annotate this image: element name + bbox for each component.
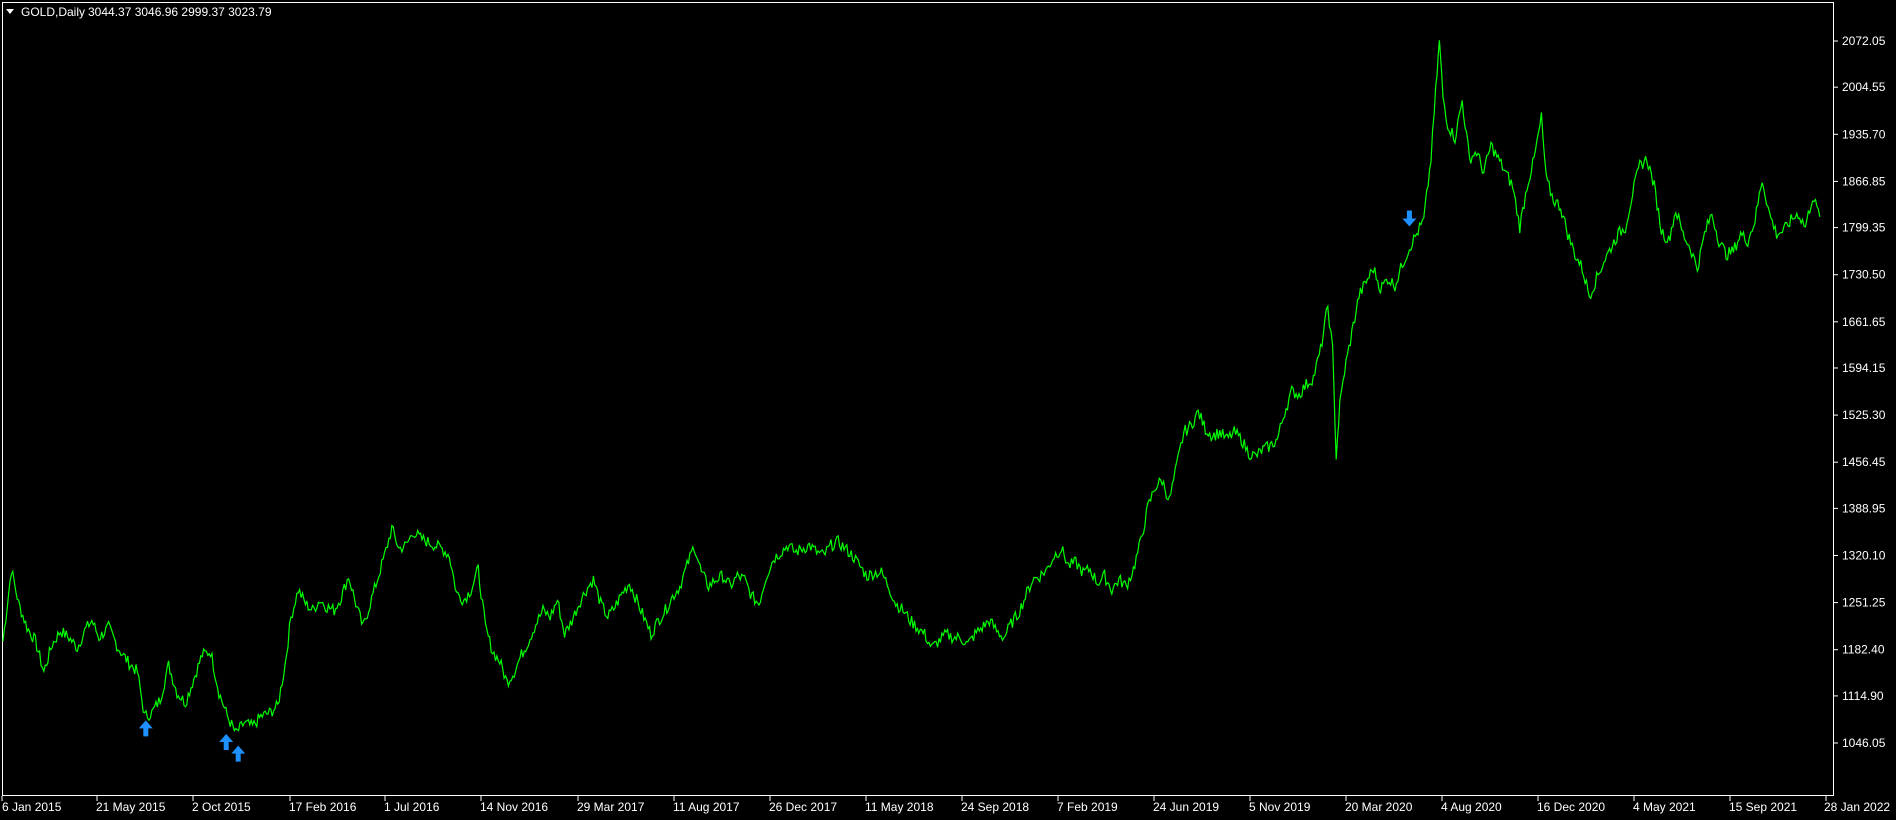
- x-tick-label: 28 Jan 2022: [1824, 800, 1890, 814]
- x-tick-label: 4 Aug 2020: [1441, 800, 1502, 814]
- y-tick-label: 1388.95: [1842, 501, 1886, 515]
- y-tick-label: 2004.55: [1842, 80, 1886, 94]
- x-tick-label: 6 Jan 2015: [2, 800, 62, 814]
- y-tick-label: 1730.50: [1842, 268, 1886, 282]
- y-tick-label: 1046.05: [1842, 736, 1886, 750]
- x-tick-label: 11 Aug 2017: [673, 800, 740, 814]
- x-tick-label: 21 May 2015: [96, 800, 166, 814]
- price-chart[interactable]: GOLD,Daily 3044.37 3046.96 2999.37 3023.…: [0, 0, 1896, 820]
- symbol-label: GOLD,Daily: [21, 5, 85, 19]
- x-tick-label: 29 Mar 2017: [577, 800, 645, 814]
- ohlc-values: 3044.37 3046.96 2999.37 3023.79: [88, 5, 272, 19]
- y-tick-label: 1251.25: [1842, 596, 1886, 610]
- y-tick-label: 1799.35: [1842, 221, 1886, 235]
- y-tick-label: 1935.70: [1842, 127, 1886, 141]
- x-tick-label: 14 Nov 2016: [480, 800, 548, 814]
- y-tick-label: 1594.15: [1842, 361, 1886, 375]
- x-tick-label: 1 Jul 2016: [384, 800, 440, 814]
- x-tick-label: 26 Dec 2017: [769, 800, 837, 814]
- y-tick-label: 1456.45: [1842, 455, 1886, 469]
- y-tick-label: 1114.90: [1842, 689, 1884, 703]
- x-tick-label: 17 Feb 2016: [289, 800, 357, 814]
- x-tick-label: 4 May 2021: [1633, 800, 1696, 814]
- y-tick-label: 1320.10: [1842, 548, 1886, 562]
- x-tick-label: 24 Sep 2018: [961, 800, 1029, 814]
- y-tick-label: 1866.85: [1842, 174, 1886, 188]
- x-tick-label: 20 Mar 2020: [1345, 800, 1413, 814]
- x-tick-label: 7 Feb 2019: [1057, 800, 1118, 814]
- y-tick-label: 1661.65: [1842, 315, 1886, 329]
- x-tick-label: 5 Nov 2019: [1249, 800, 1311, 814]
- x-tick-label: 11 May 2018: [865, 800, 934, 814]
- x-tick-label: 16 Dec 2020: [1537, 800, 1605, 814]
- x-tick-label: 2 Oct 2015: [192, 800, 251, 814]
- y-tick-label: 2072.05: [1842, 34, 1886, 48]
- y-tick-label: 1182.40: [1842, 643, 1885, 657]
- chart-background: [0, 0, 1896, 820]
- y-tick-label: 1525.30: [1842, 408, 1886, 422]
- x-tick-label: 24 Jun 2019: [1153, 800, 1219, 814]
- x-tick-label: 15 Sep 2021: [1729, 800, 1797, 814]
